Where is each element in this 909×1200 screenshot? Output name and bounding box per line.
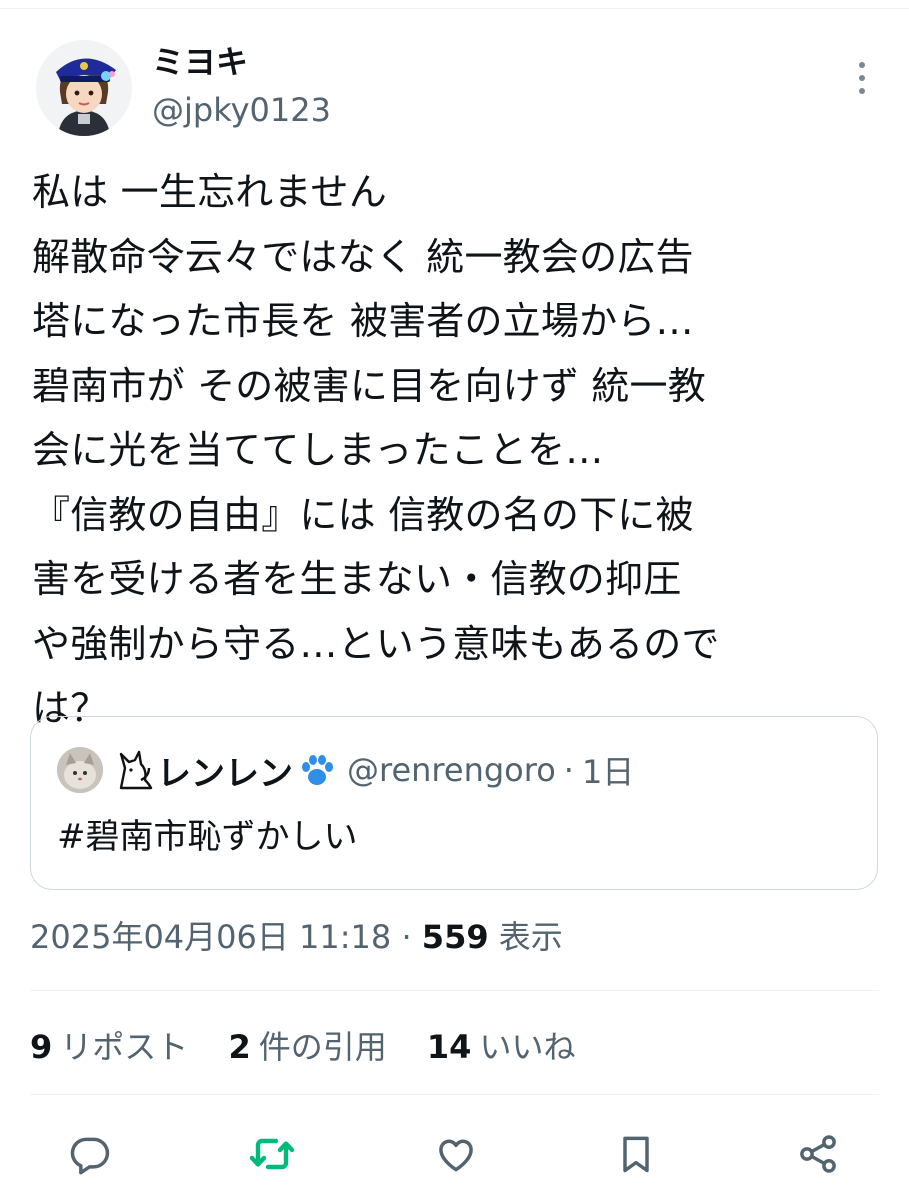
author-display-name[interactable]: ミヨキ — [152, 40, 248, 84]
quotes-stat[interactable]: 2 件の引用 — [228, 1028, 386, 1066]
more-icon[interactable] — [848, 58, 876, 98]
likes-label: いいね — [479, 1028, 576, 1066]
quoted-avatar[interactable] — [57, 747, 103, 793]
action-bar — [0, 1124, 909, 1184]
more-dot — [859, 75, 865, 81]
reply-button[interactable] — [66, 1130, 114, 1178]
quoted-handle[interactable]: @renrengoro — [347, 751, 556, 789]
quotes-label: 件の引用 — [258, 1028, 387, 1066]
quoted-header: レンレン @renrengoro · 1日 — [115, 745, 634, 795]
author-handle[interactable]: @jpky0123 — [152, 88, 331, 132]
quoted-tweet-card[interactable]: レンレン @renrengoro · 1日 #碧南市恥ずかしい — [30, 716, 878, 890]
reposts-count: 9 — [30, 1028, 53, 1066]
quotes-count: 2 — [228, 1028, 251, 1066]
top-divider — [0, 8, 909, 9]
meta-separator: · — [401, 918, 412, 956]
quoted-time[interactable]: 1日 — [582, 747, 634, 793]
paw-emoji-icon — [302, 755, 333, 785]
user-avatar-icon — [36, 40, 132, 136]
tweet-stats: 9 リポスト 2 件の引用 14 いいね — [30, 1020, 605, 1074]
cat-emoji-icon — [119, 750, 153, 790]
reposts-label: リポスト — [60, 1028, 189, 1066]
quoted-text: #碧南市恥ずかしい — [57, 817, 358, 857]
divider — [30, 990, 879, 991]
reposts-stat[interactable]: 9 リポスト — [30, 1028, 188, 1066]
reply-icon — [70, 1137, 110, 1175]
share-icon — [800, 1135, 836, 1173]
more-dot — [859, 62, 865, 68]
bookmark-button[interactable] — [612, 1130, 660, 1178]
divider — [30, 1094, 879, 1095]
author-avatar[interactable] — [36, 40, 132, 136]
retweet-icon — [249, 1138, 295, 1170]
likes-count: 14 — [426, 1028, 472, 1066]
like-icon — [439, 1139, 473, 1172]
quoted-display-name[interactable]: レンレン — [157, 746, 293, 795]
cat-avatar-icon — [57, 747, 103, 793]
tweet-timestamp[interactable]: 2025年04月06日 11:18 — [30, 918, 391, 956]
tweet-meta: 2025年04月06日 11:18 · 559 表示 — [30, 910, 563, 964]
retweet-button[interactable] — [248, 1130, 296, 1178]
share-button[interactable] — [794, 1130, 842, 1178]
bookmark-icon — [623, 1136, 649, 1173]
likes-stat[interactable]: 14 いいね — [427, 1028, 576, 1066]
quoted-separator: · — [563, 751, 574, 789]
like-button[interactable] — [432, 1130, 480, 1178]
tweet-text: 私は 一生忘れません 解散命令云々ではなく 統一教会の広告 塔になった市長を 被… — [32, 170, 720, 730]
more-dot — [859, 88, 865, 94]
views-label: 表示 — [498, 918, 563, 956]
views-count: 559 — [421, 918, 489, 956]
